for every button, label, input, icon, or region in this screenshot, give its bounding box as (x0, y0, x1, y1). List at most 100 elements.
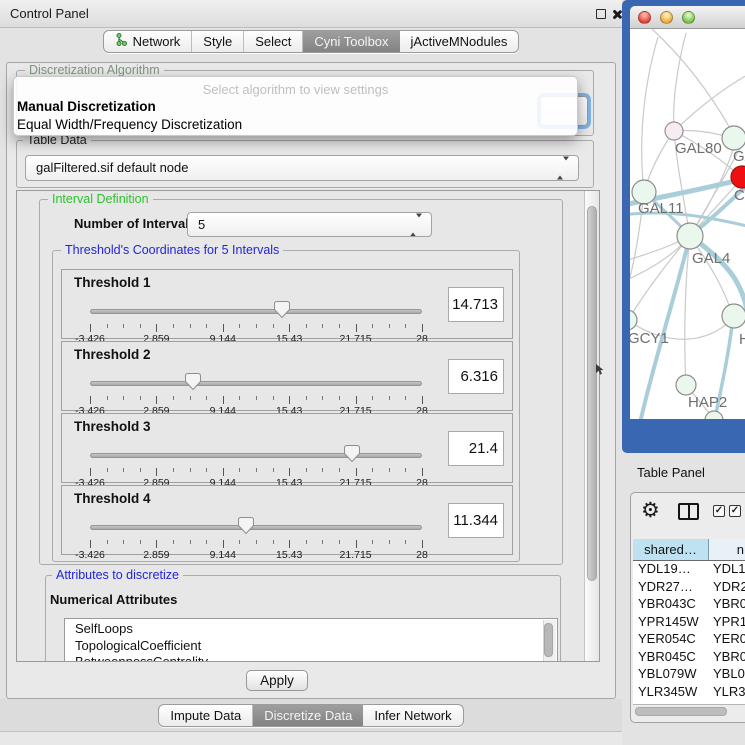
network-window-titlebar (630, 6, 745, 29)
tab-infer-network[interactable]: Infer Network (363, 705, 462, 726)
node-label-gal4: GAL4 (692, 250, 730, 267)
option-equal-width-frequency[interactable]: Equal Width/Frequency Discretization (16, 116, 575, 134)
attribute-item-topologicalcoefficient[interactable]: TopologicalCoefficient (75, 638, 557, 655)
tab-impute-data[interactable]: Impute Data (159, 705, 253, 726)
cell-shared-name: YBR045C (633, 649, 709, 667)
network-icon (115, 31, 128, 52)
network-canvas: GAL80GACGAL11GAL4GCY1HHAP2 (630, 29, 745, 419)
horizontal-scrollbar-thumb[interactable] (635, 707, 727, 716)
vertical-scrollbar-thumb[interactable] (587, 206, 597, 581)
cell-name: YLR3 (709, 684, 745, 702)
table-row[interactable]: YBL079WYBL0 (633, 666, 745, 684)
bottom-strip-2 (0, 731, 622, 745)
network-node-ga[interactable] (722, 126, 745, 150)
threshold-value-field[interactable]: 14.713 (448, 287, 504, 322)
tab-jactivemnodules[interactable]: jActiveMNodules (400, 31, 519, 52)
table-row[interactable]: YDL19…YDL1 (633, 561, 745, 579)
cell-shared-name: YBL079W (633, 666, 709, 684)
cell-name: YER0 (709, 631, 745, 649)
tab-label: Style (203, 31, 232, 52)
control-panel-titlebar: Control Panel (0, 0, 622, 28)
table-row[interactable]: YBR045CYBR0 (633, 649, 745, 667)
table-row[interactable]: YDR27…YDR2 (633, 579, 745, 597)
table-row[interactable]: YPR145WYPR1 (633, 614, 745, 632)
checkbox-icon[interactable]: ✓ (729, 505, 741, 517)
slider-handle[interactable] (238, 517, 254, 534)
tab-label: Cyni Toolbox (314, 31, 388, 52)
cell-shared-name: YER054C (633, 631, 709, 649)
cell-name: YPR1 (709, 614, 745, 632)
slider-ticks (90, 396, 422, 404)
slider-track[interactable] (90, 309, 422, 314)
network-node-gal80[interactable] (665, 122, 683, 140)
tab-network[interactable]: Network (104, 31, 193, 52)
slider-track[interactable] (90, 525, 422, 530)
network-view-window: GAL80GACGAL11GAL4GCY1HHAP2 (622, 0, 745, 453)
option-manual-discretization[interactable]: Manual Discretization (16, 98, 575, 116)
float-window-icon[interactable] (596, 9, 606, 19)
close-traffic-light-icon[interactable] (638, 11, 651, 24)
column-header-shared-name[interactable]: shared… (633, 539, 709, 560)
control-panel-tabs: Network Style Select Cyni Toolbox jActiveMNo… (103, 30, 520, 53)
checkbox-icon[interactable]: ✓ (713, 505, 725, 517)
threshold-value-field[interactable]: 6.316 (448, 359, 504, 394)
network-node-gal4[interactable] (677, 223, 703, 249)
table-row[interactable]: YER054CYER0 (633, 631, 745, 649)
table-panel-box: ⚙ ✓ ✓ shared… n YDL19…YDL1YDR27…YDR2YBR0… (630, 492, 745, 723)
spinner-arrows-icon (410, 217, 422, 232)
list-scrollbar[interactable] (543, 620, 556, 662)
threshold-slider: -3.4262.8599.14415.4321.71528 (90, 516, 422, 556)
cyni-bottom-tabs: Impute Data Discretize Data Infer Network (158, 704, 463, 727)
mouse-cursor (596, 364, 605, 376)
column-header-name[interactable]: n (709, 539, 745, 560)
network-node[interactable] (705, 411, 723, 419)
cell-name: YBL0 (709, 666, 745, 684)
minimize-traffic-light-icon[interactable] (660, 11, 673, 24)
spinner-arrows-icon (557, 161, 569, 176)
cell-shared-name: YPR145W (633, 614, 709, 632)
close-icon[interactable] (611, 9, 622, 20)
node-label-gal11: GAL11 (638, 200, 684, 217)
tab-label: Infer Network (374, 705, 451, 726)
table-data-combobox[interactable]: galFiltered.sif default node (25, 155, 579, 181)
tab-label: Impute Data (170, 705, 241, 726)
zoom-traffic-light-icon[interactable] (682, 11, 695, 24)
list-scrollbar-thumb[interactable] (544, 623, 553, 657)
threshold-value-field[interactable]: 21.4 (448, 431, 504, 466)
tab-select[interactable]: Select (244, 31, 303, 52)
table-panel: Table Panel ⚙ ✓ ✓ shared… n YDL19…YDL1YD… (622, 453, 745, 745)
horizontal-scrollbar[interactable] (633, 704, 745, 717)
tab-discretize-data[interactable]: Discretize Data (253, 705, 363, 726)
network-node-h[interactable] (722, 304, 745, 328)
network-node-gcy1[interactable] (630, 310, 637, 330)
settings-scrollpane: Interval Definition Number of Intervals … (16, 190, 600, 662)
slider-handle[interactable] (185, 373, 201, 390)
split-columns-icon[interactable] (678, 503, 699, 520)
node-label-h: H (739, 331, 745, 348)
table-row[interactable]: YBR043CYBR0 (633, 596, 745, 614)
threshold-value-field[interactable]: 11.344 (448, 503, 504, 538)
network-node-hap2[interactable] (676, 375, 696, 395)
threshold-slider: -3.4262.8599.14415.4321.71528 (90, 372, 422, 412)
table-data-value: galFiltered.sif default node (36, 160, 188, 175)
tab-style[interactable]: Style (192, 31, 244, 52)
gear-icon[interactable]: ⚙ (641, 497, 660, 525)
threshold-label: Threshold 2 (74, 347, 151, 362)
slider-handle[interactable] (344, 445, 360, 462)
numerical-attributes-label: Numerical Attributes (50, 592, 177, 607)
number-of-intervals-combobox[interactable]: 5 (187, 212, 432, 237)
vertical-scrollbar[interactable] (584, 191, 599, 661)
table-header-row: shared… n (633, 539, 745, 561)
algorithm-hint: Select algorithm to view settings (14, 82, 577, 97)
slider-track[interactable] (90, 381, 422, 386)
slider-track[interactable] (90, 453, 422, 458)
attribute-item-selfloops[interactable]: SelfLoops (75, 621, 557, 638)
threshold-label: Threshold 4 (74, 491, 151, 506)
slider-handle[interactable] (274, 301, 290, 318)
algorithm-dropdown-popup: Select algorithm to view settings Manual… (13, 76, 578, 136)
attribute-item-betweennesscentrality[interactable]: BetweennessCentrality (75, 654, 557, 662)
node-label-gcy1: GCY1 (630, 330, 669, 347)
table-row[interactable]: YLR345WYLR3 (633, 684, 745, 702)
apply-button[interactable]: Apply (246, 670, 308, 691)
tab-cyni-toolbox[interactable]: Cyni Toolbox (303, 31, 399, 52)
